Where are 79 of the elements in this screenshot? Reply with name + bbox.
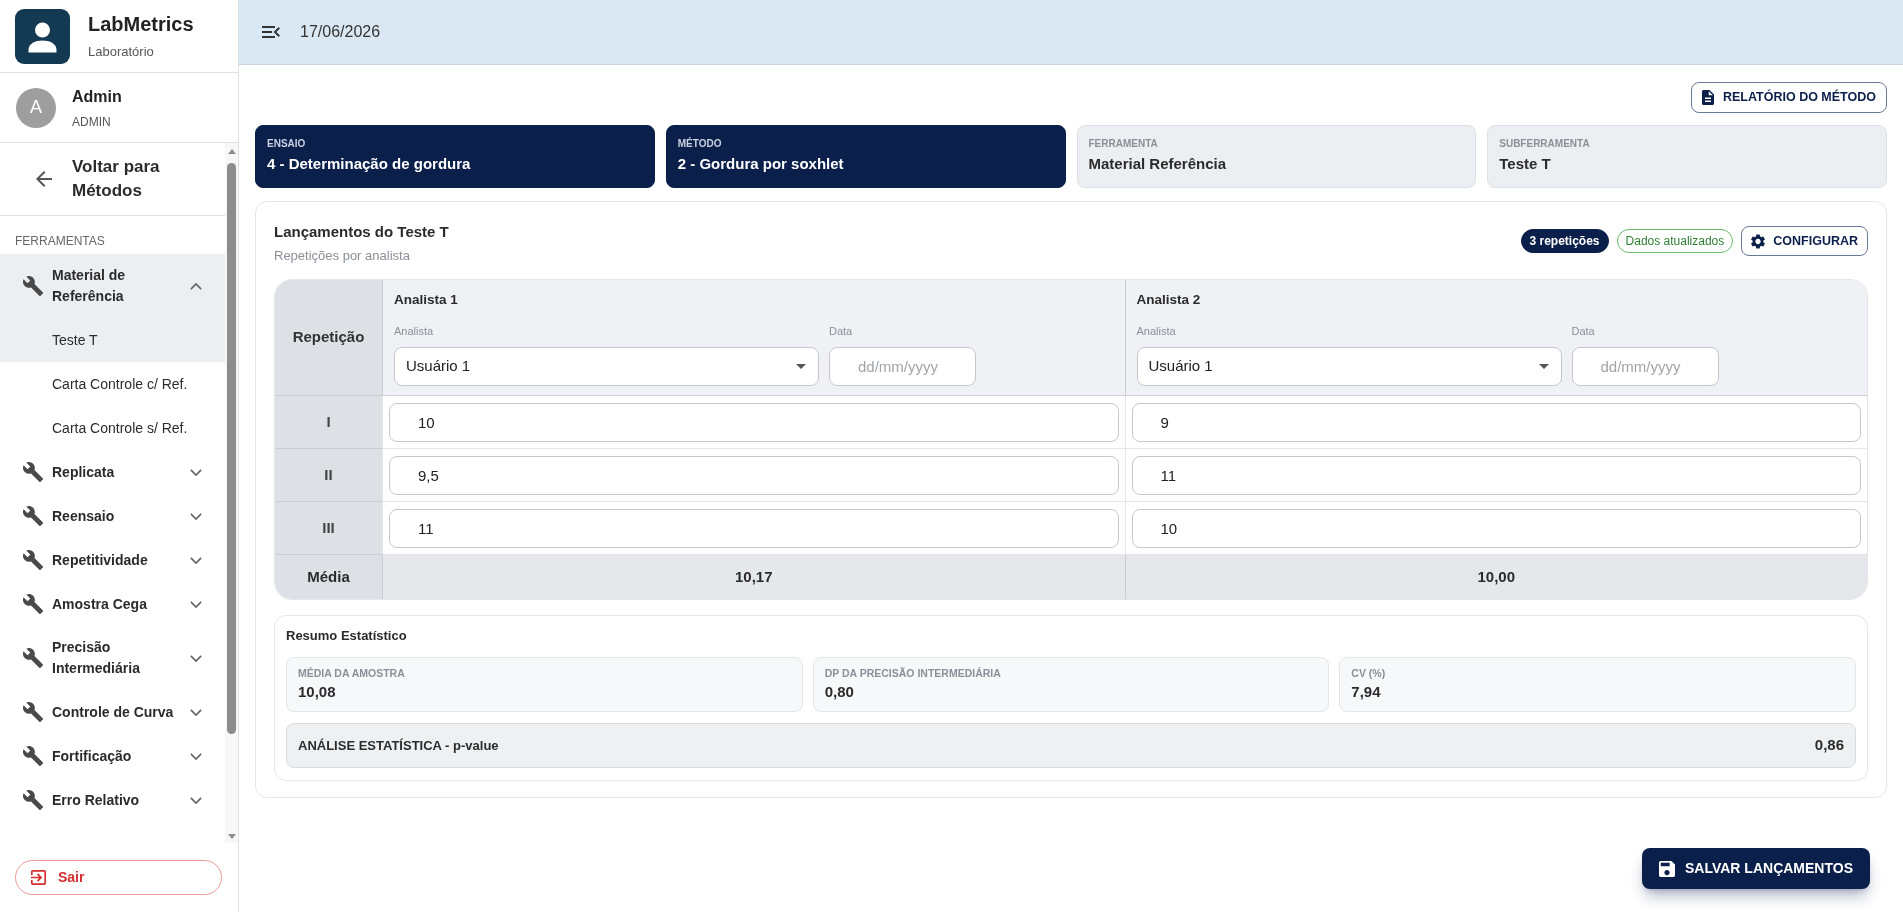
logout-button[interactable]: Sair [15,860,222,895]
menu-icon [262,26,280,38]
value-input[interactable]: 10 [1131,508,1861,548]
field-label: Analista [1136,324,1176,338]
analyst-select[interactable]: Usuário 1 [1136,347,1562,386]
metric-value: 10,08 [298,682,336,701]
column-header: Repetição [275,280,382,396]
value-input[interactable]: 11 [1131,455,1861,495]
row-header: II [275,449,382,502]
card-label: FERRAMENTA [1088,138,1158,150]
value-input[interactable]: 11 [389,508,1119,548]
app-subtitle: Laboratório [88,44,154,60]
status-badge: Dados atualizados [1616,229,1734,253]
logout-icon [31,870,46,885]
scroll-down-arrow-icon [227,834,236,839]
card-label: ENSAIO [267,138,306,150]
wrench-icon [23,276,43,296]
back-link[interactable]: Voltar para Métodos [36,155,202,203]
scroll-up-arrow-icon [227,149,236,154]
mean-cell: 10,17 [382,555,1125,599]
wrench-icon [23,746,43,766]
section-label: FERRAMENTAS [15,233,105,249]
card-label: MÉTODO [677,138,722,150]
settings-icon [1751,233,1766,249]
wrench-icon [23,702,43,722]
avatar: A [16,87,56,128]
field-label: Data [1571,324,1595,338]
panel-title: Lançamentos do Teste T [274,222,449,242]
card-label: SUBFERRAMENTA [1499,138,1590,150]
date-input[interactable]: dd/mm/yyyy [1571,347,1719,386]
panel-subtitle: Repetições por analista [274,248,410,264]
card-value: Teste T [1499,154,1551,174]
scrollbar-thumb[interactable] [227,163,236,734]
app-name: LabMetrics [88,12,194,36]
card-value: 2 - Gordura por soxhlet [677,154,844,174]
wrench-icon [23,462,43,482]
caret-down-icon [1538,364,1549,369]
wrench-icon [23,594,43,614]
user-name: Admin [72,86,122,107]
menu-button[interactable] [262,26,280,38]
metric-label: CV (%) [1351,667,1386,680]
card-value: 4 - Determinação de gordura [267,154,471,174]
analyst-title: Analista 1 [394,291,458,309]
wrench-icon [23,506,43,526]
report-button[interactable]: RELATÓRIO DO MÉTODO [1691,82,1887,113]
analyst-title: Analista 2 [1136,291,1201,309]
document-icon [1702,90,1714,105]
back-arrow-icon [36,171,52,187]
value-input[interactable]: 10 [389,402,1119,442]
configure-button[interactable]: CONFIGURAR [1741,226,1868,256]
field-label: Analista [394,324,434,338]
wrench-icon [23,550,43,570]
statistics-title: Resumo Estatístico [286,628,407,644]
person-icon [15,8,70,64]
row-header: I [275,396,382,449]
wrench-icon [23,648,43,668]
save-button[interactable]: SALVAR LANÇAMENTOS [1642,848,1870,889]
date-label: 17/06/2026 [300,22,381,42]
date-input[interactable]: dd/mm/yyyy [829,347,976,386]
metric-value: 7,94 [1351,682,1381,701]
metric-label: DP DA PRECISÃO INTERMEDIÁRIA [824,667,1001,680]
analyst-select[interactable]: Usuário 1 [394,347,819,386]
user-role: ADMIN [72,114,111,129]
value-input[interactable]: 9,5 [389,455,1119,495]
row-header: III [275,502,382,555]
metric-value: 0,80 [824,682,854,701]
card-value: Material Referência [1088,154,1227,174]
submenu-item[interactable]: Teste T [0,318,225,362]
field-label: Data [829,324,853,338]
count-badge: 3 repetições [1520,229,1609,253]
analysis-label: ANÁLISE ESTATÍSTICA - p-value [298,736,499,755]
analysis-value: 0,86 [1814,735,1844,756]
mean-cell: 10,00 [1124,555,1867,599]
caret-down-icon [796,364,806,369]
value-input[interactable]: 9 [1131,402,1861,442]
metric-label: MÉDIA DA AMOSTRA [298,667,405,680]
row-header: Média [275,555,382,599]
wrench-icon [23,790,43,810]
sidebar-item[interactable]: Material de Referência [0,254,225,318]
